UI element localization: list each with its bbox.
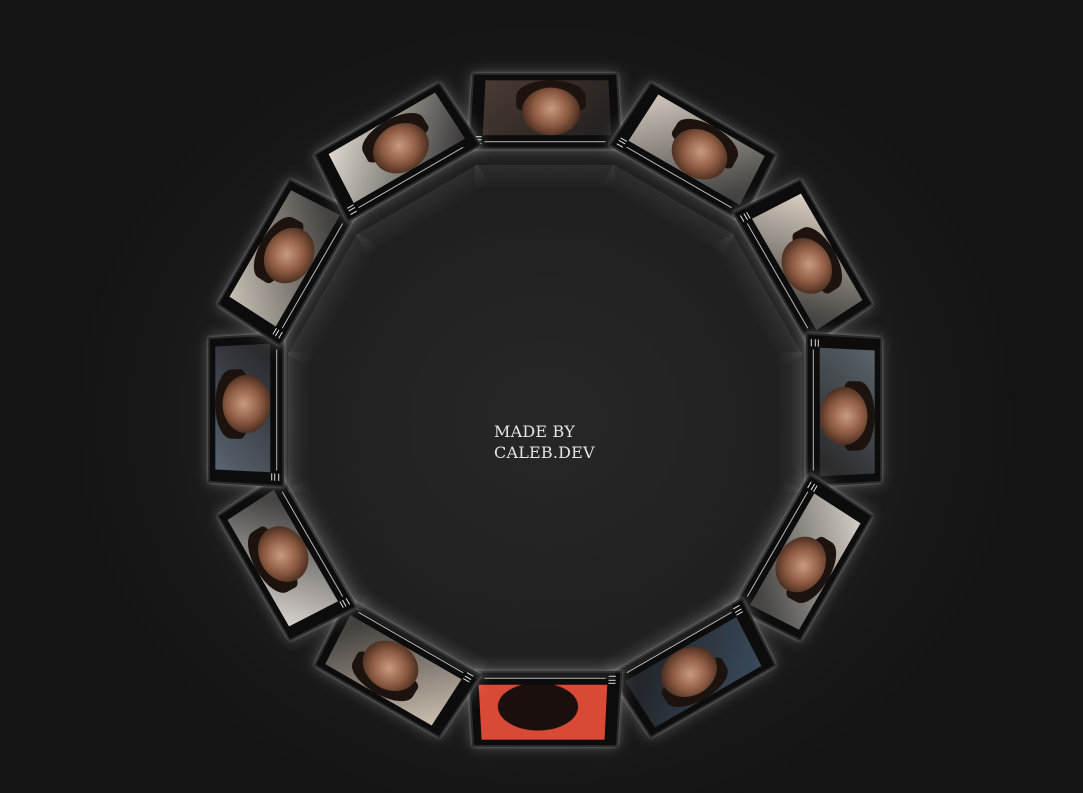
portrait-face [521, 87, 581, 136]
menu-icon [616, 137, 628, 148]
carousel-stage[interactable]: MADE BY CALEB.DEV [0, 0, 1083, 793]
credit-caption: MADE BY CALEB.DEV [494, 421, 595, 463]
card-reflection [778, 352, 802, 492]
menu-icon [347, 204, 357, 216]
menu-icon [272, 327, 283, 339]
photo-thumbnail [478, 684, 608, 740]
photo-thumbnail [215, 343, 271, 473]
menu-icon [810, 339, 819, 347]
card-reflection [288, 352, 312, 492]
story-progress-bar [276, 349, 278, 471]
portrait-face [222, 374, 271, 434]
menu-icon [733, 604, 743, 616]
photo-thumbnail [482, 80, 612, 136]
menu-icon [739, 212, 751, 222]
menu-icon [807, 481, 818, 493]
credit-line-1: MADE BY [494, 422, 575, 441]
carousel-photo-card[interactable] [467, 73, 623, 150]
menu-icon [339, 598, 351, 608]
card-reflection [475, 655, 615, 679]
menu-icon [271, 473, 280, 481]
credit-line-2: CALEB.DEV [494, 443, 595, 462]
portrait-face [771, 229, 842, 304]
portrait-face [496, 684, 579, 731]
photo-thumbnail [819, 347, 875, 477]
carousel-photo-card[interactable] [208, 332, 285, 488]
carousel-photo-card[interactable] [467, 670, 623, 747]
story-progress-bar [812, 349, 814, 471]
card-reflection [475, 165, 615, 189]
carousel-photo-card[interactable] [805, 332, 882, 488]
story-progress-bar [484, 141, 606, 143]
